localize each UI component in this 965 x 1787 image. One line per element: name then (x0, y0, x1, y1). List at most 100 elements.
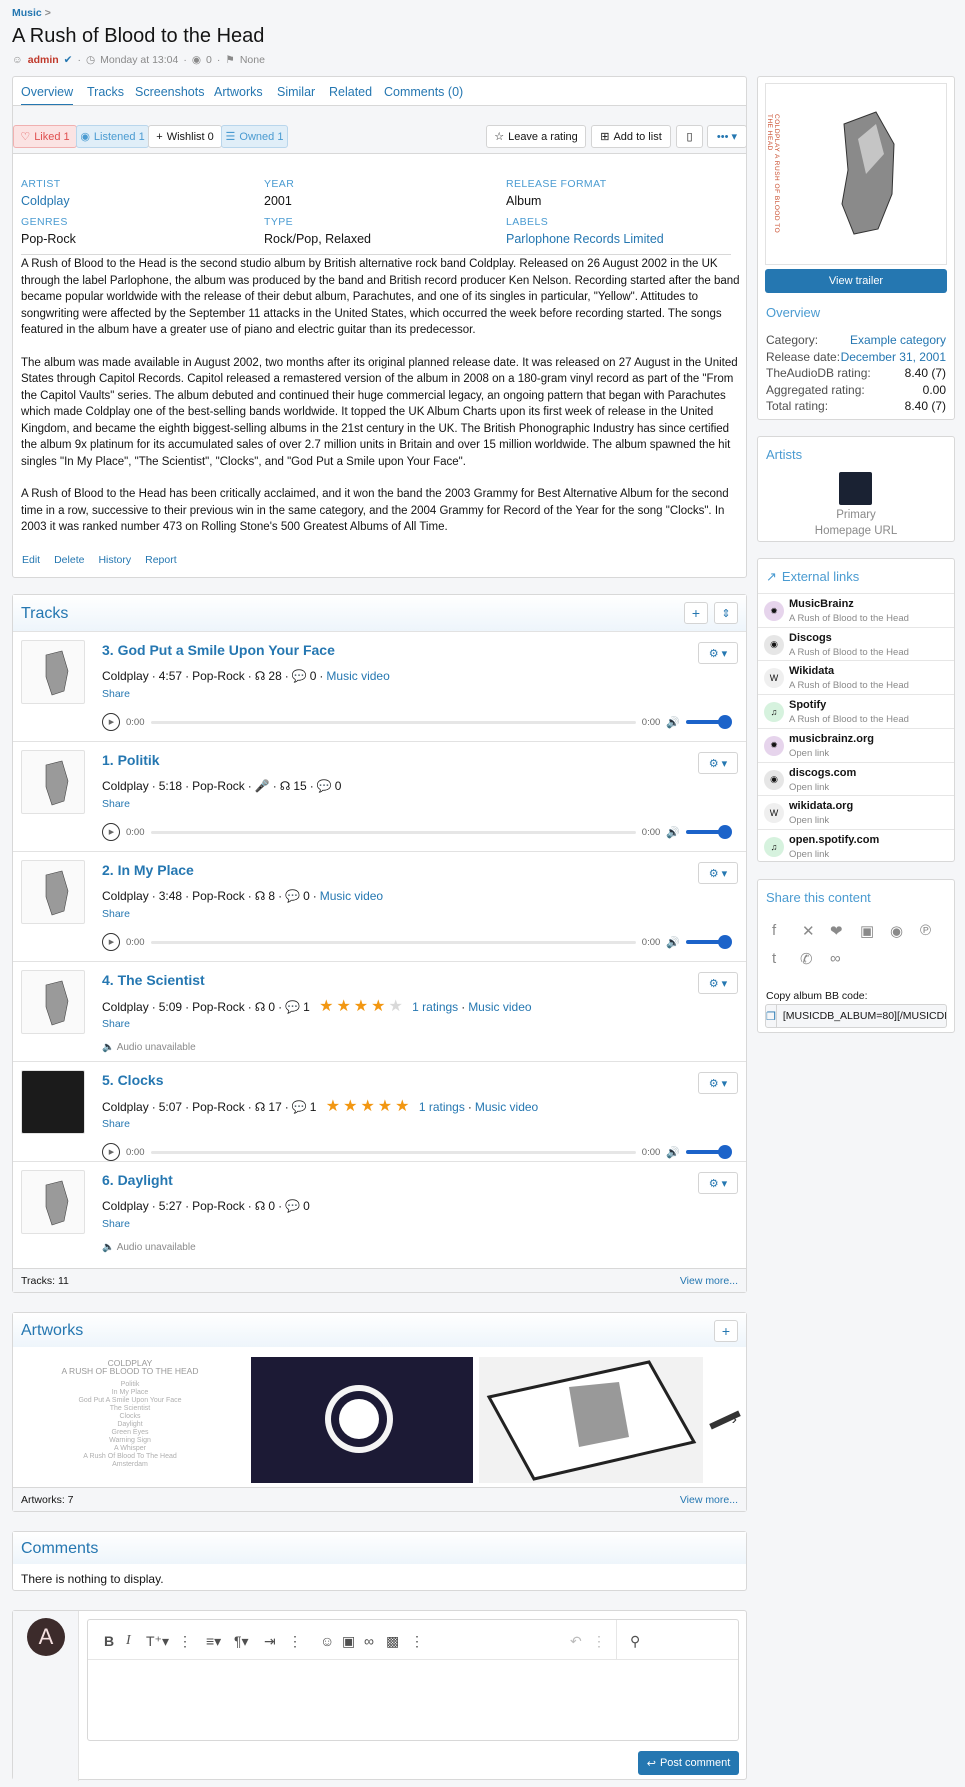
pinterest-icon[interactable]: ℗ (920, 922, 931, 939)
share-link[interactable]: Share (102, 1218, 130, 1230)
track-thumbnail[interactable] (21, 1070, 85, 1134)
share-link[interactable]: Share (102, 908, 130, 920)
text-size-icon[interactable]: T⁺▾ (146, 1633, 169, 1650)
volume-slider[interactable] (686, 715, 732, 729)
external-link-item[interactable]: ◉ discogs.com Open link (758, 761, 954, 796)
seek-bar[interactable] (150, 1150, 636, 1154)
artwork-cd[interactable] (251, 1357, 473, 1483)
copy-icon[interactable]: ❐ (766, 1005, 777, 1027)
italic-icon[interactable]: I (126, 1633, 131, 1649)
image-icon[interactable]: ▣ (342, 1633, 355, 1650)
listened-button[interactable]: ◉ Listened 1 (76, 125, 149, 148)
link-icon[interactable]: ∞ (830, 950, 841, 967)
bookmark-button[interactable]: ▯ (676, 125, 703, 148)
artist-thumbnail[interactable] (839, 472, 872, 505)
wishlist-button[interactable]: + Wishlist 0 (148, 125, 222, 148)
track-thumbnail[interactable] (21, 1170, 85, 1234)
track-ratings-link[interactable]: 1 ratings (419, 1100, 465, 1114)
report-link[interactable]: Report (145, 554, 177, 566)
star-icon[interactable]: ★ (326, 1099, 340, 1115)
overview-value[interactable]: December 31, 2001 (841, 350, 946, 366)
track-options-button[interactable]: ⚙ ▾ (698, 1072, 738, 1094)
volume-icon[interactable]: 🔊 (666, 716, 680, 729)
owned-button[interactable]: ☰ Owned 1 (221, 125, 288, 148)
artwork-case[interactable] (479, 1357, 703, 1483)
artwork-back-cover[interactable]: COLDPLAY A RUSH OF BLOOD TO THE HEAD Pol… (21, 1357, 239, 1483)
bold-icon[interactable]: B (104, 1633, 114, 1649)
labels-link[interactable]: Parlophone Records Limited (506, 232, 664, 246)
share-link[interactable]: Share (102, 798, 130, 810)
delete-link[interactable]: Delete (54, 554, 84, 566)
external-link-item[interactable]: ✹ musicbrainz.org Open link (758, 727, 954, 762)
track-title[interactable]: 5. Clocks (102, 1072, 163, 1088)
volume-icon[interactable]: 🔊 (666, 936, 680, 949)
add-to-list-button[interactable]: ⊞ Add to list (591, 125, 671, 148)
tab-overview[interactable]: Overview (21, 85, 74, 106)
star-icon[interactable]: ★ (388, 999, 402, 1015)
play-icon[interactable]: ▶ (102, 823, 120, 841)
star-icon[interactable]: ★ (336, 999, 350, 1015)
volume-slider[interactable] (686, 1145, 732, 1159)
music-video-link[interactable]: Music video (468, 1000, 531, 1014)
indent-icon[interactable]: ⇥ (264, 1633, 276, 1650)
undo-icon[interactable]: ↶ (570, 1633, 582, 1650)
bluesky-icon[interactable]: ❤ (830, 922, 843, 940)
view-trailer-button[interactable]: View trailer (765, 269, 947, 293)
external-link-item[interactable]: Wwikidata.org Open link (758, 795, 954, 829)
seek-bar[interactable] (150, 830, 636, 834)
track-options-button[interactable]: ⚙ ▾ (698, 752, 738, 774)
album-cover[interactable]: COLDPLAY A RUSH OF BLOOD TO THE HEAD (765, 83, 947, 265)
facebook-icon[interactable]: f (772, 922, 776, 939)
play-icon[interactable]: ▶ (102, 713, 120, 731)
play-icon[interactable]: ▶ (102, 1143, 120, 1161)
media-icon[interactable]: ▩ (386, 1633, 399, 1650)
external-link-item[interactable]: ◉ Discogs A Rush of Blood to the Head (758, 626, 954, 661)
track-title[interactable]: 3. God Put a Smile Upon Your Face (102, 642, 335, 658)
track-thumbnail[interactable] (21, 970, 85, 1034)
external-link-item[interactable]: ♫ open.spotify.com Open link (758, 828, 954, 863)
volume-slider[interactable] (686, 935, 732, 949)
track-title[interactable]: 2. In My Place (102, 862, 194, 878)
tab-related[interactable]: Related (329, 85, 372, 99)
overview-value[interactable]: Example category (850, 333, 946, 349)
more-options-button[interactable]: ••• ▾ (707, 125, 747, 148)
music-video-link[interactable]: Music video (475, 1100, 538, 1114)
star-icon[interactable]: ★ (354, 999, 368, 1015)
add-artwork-button[interactable]: + (714, 1320, 738, 1342)
track-title[interactable]: 1. Politik (102, 752, 160, 768)
linkedin-icon[interactable]: ▣ (860, 922, 874, 940)
play-icon[interactable]: ▶ (102, 933, 120, 951)
track-options-button[interactable]: ⚙ ▾ (698, 862, 738, 884)
external-link-item[interactable]: W Wikidata A Rush of Blood to the Head (758, 660, 954, 694)
artworks-view-more[interactable]: View more... (680, 1494, 738, 1506)
tracks-view-more[interactable]: View more... (680, 1275, 738, 1287)
more-vert-icon[interactable]: ⋮ (410, 1633, 424, 1650)
share-link[interactable]: Share (102, 688, 130, 700)
tab-comments[interactable]: Comments (0) (384, 85, 463, 99)
tab-artworks[interactable]: Artworks (214, 85, 263, 99)
share-link[interactable]: Share (102, 1118, 130, 1130)
track-thumbnail[interactable] (21, 640, 85, 704)
align-icon[interactable]: ≡▾ (206, 1633, 221, 1650)
track-title[interactable]: 4. The Scientist (102, 972, 205, 988)
whatsapp-icon[interactable]: ✆ (800, 950, 813, 968)
volume-icon[interactable]: 🔊 (666, 1146, 680, 1159)
artist-link[interactable]: Coldplay (21, 194, 70, 208)
x-icon[interactable]: ✕ (802, 922, 815, 940)
link-icon[interactable]: ∞ (364, 1633, 374, 1649)
emoji-icon[interactable]: ☺ (320, 1633, 334, 1649)
sort-tracks-button[interactable]: ⇕ (714, 602, 738, 624)
track-thumbnail[interactable] (21, 860, 85, 924)
edit-link[interactable]: Edit (22, 554, 40, 566)
leave-rating-button[interactable]: ☆ Leave a rating (486, 125, 586, 148)
history-link[interactable]: History (98, 554, 131, 566)
breadcrumb[interactable]: Music > (12, 7, 51, 19)
seek-bar[interactable] (150, 720, 636, 724)
preview-icon[interactable]: ⚲ (630, 1633, 640, 1650)
volume-icon[interactable]: 🔊 (666, 826, 680, 839)
tab-similar[interactable]: Similar (277, 85, 315, 99)
external-link-item[interactable]: ✹ MusicBrainz A Rush of Blood to the Head (758, 593, 954, 627)
post-comment-button[interactable]: ↩ Post comment (638, 1751, 739, 1775)
volume-slider[interactable] (686, 825, 732, 839)
more-vert-icon[interactable]: ⋮ (288, 1633, 302, 1650)
